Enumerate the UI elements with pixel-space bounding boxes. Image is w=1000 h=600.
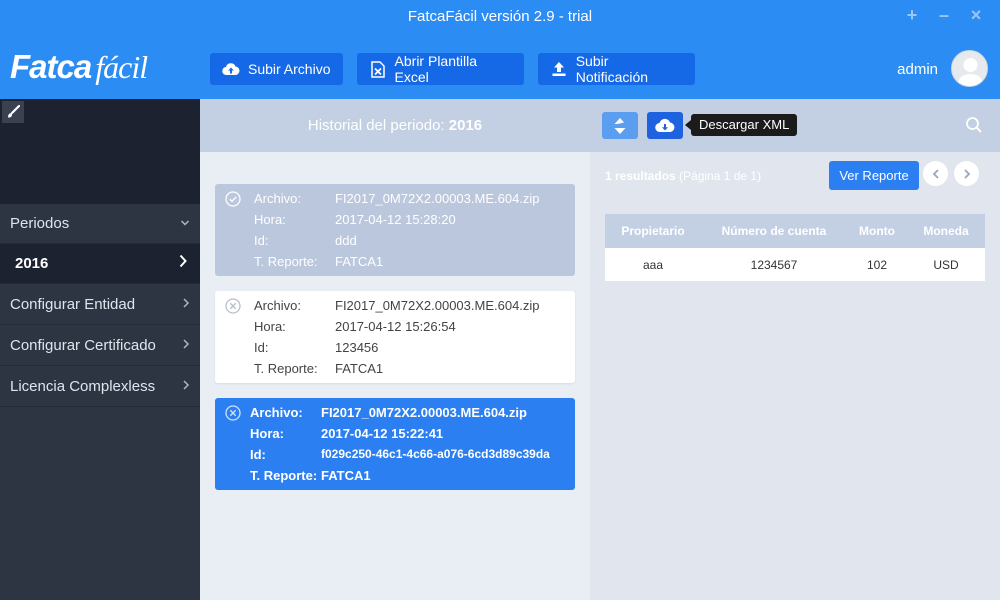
- table-row[interactable]: aaa 1234567 102 USD: [605, 248, 985, 281]
- upload-file-button[interactable]: Subir Archivo: [210, 53, 343, 85]
- column-header: Monto: [859, 224, 895, 238]
- user-silhouette-icon: [957, 58, 984, 86]
- chevron-down-icon: [180, 215, 190, 231]
- chevron-left-icon: [932, 168, 939, 179]
- history-year: 2016: [448, 117, 483, 134]
- x-circle-icon: [225, 405, 241, 421]
- sidebar-item-periodos[interactable]: Periodos: [0, 204, 200, 244]
- open-excel-template-button[interactable]: Abrir Plantilla Excel: [357, 53, 524, 85]
- time-label: Hora:: [254, 319, 286, 334]
- view-report-button[interactable]: Ver Reporte: [829, 161, 919, 190]
- excel-file-icon: [369, 60, 387, 78]
- results-panel: Descargar XML 1 resultados (Página 1 de …: [590, 99, 1000, 600]
- upload-file-label: Subir Archivo: [248, 61, 331, 77]
- chevron-right-icon: [182, 296, 190, 312]
- results-count: 1 resultados: [605, 169, 676, 183]
- cloud-download-icon: [655, 118, 675, 132]
- sidebar: Periodos 2016 Configurar Entidad Configu…: [0, 99, 200, 600]
- file-value: FI2017_0M72X2.00003.ME.604.zip: [321, 405, 527, 420]
- id-value: ddd: [335, 233, 357, 248]
- report-type-value: FATCA1: [335, 254, 384, 269]
- sidebar-item-label: Periodos: [10, 215, 70, 232]
- id-value: 123456: [335, 340, 379, 355]
- upload-notification-button[interactable]: Subir Notificación: [538, 53, 695, 85]
- report-type-label: T. Reporte:: [254, 361, 318, 376]
- column-header: Número de cuenta: [721, 224, 827, 238]
- download-xml-tooltip: Descargar XML: [684, 114, 798, 136]
- chevron-right-icon: [182, 337, 190, 353]
- minimize-icon[interactable]: –: [933, 5, 955, 26]
- window-title: FatcaFácil versión 2.9 - trial: [407, 8, 593, 25]
- search-icon[interactable]: [965, 116, 983, 137]
- sidebar-item-label: Licencia Complexless: [10, 378, 156, 395]
- time-value: 2017-04-12 15:28:20: [335, 212, 456, 227]
- next-page-button[interactable]: [954, 161, 979, 186]
- maximize-icon[interactable]: +: [901, 5, 923, 26]
- results-table: Propietario Número de cuenta Monto Moned…: [605, 214, 985, 281]
- upload-icon: [550, 60, 568, 78]
- id-label: Id:: [254, 340, 269, 355]
- results-summary: 1 resultados (Página 1 de 1): [605, 169, 761, 183]
- sort-button[interactable]: [602, 112, 638, 139]
- report-type-value: FATCA1: [335, 361, 384, 376]
- sidebar-item-configurar-certificado[interactable]: Configurar Certificado: [0, 326, 200, 366]
- open-excel-template-label: Abrir Plantilla Excel: [394, 53, 478, 85]
- table-cell: aaa: [642, 258, 664, 272]
- time-value: 2017-04-12 15:22:41: [321, 426, 444, 441]
- sidebar-item-label: Configurar Certificado: [10, 337, 156, 354]
- table-cell: 1234567: [750, 258, 798, 272]
- sidebar-item-licencia-complexless[interactable]: Licencia Complexless: [0, 367, 200, 407]
- report-type-value: FATCA1: [321, 468, 371, 483]
- cloud-upload-icon: [222, 60, 240, 78]
- sidebar-item-label: 2016: [15, 255, 49, 272]
- id-label: Id:: [250, 447, 266, 462]
- avatar[interactable]: [951, 50, 988, 87]
- chevron-right-icon: [963, 168, 970, 179]
- chevron-right-icon: [182, 378, 190, 394]
- history-header: Historial del periodo: 2016: [200, 99, 590, 152]
- history-card[interactable]: Archivo: FI2017_0M72X2.00003.ME.604.zip …: [215, 291, 575, 383]
- id-label: Id:: [254, 233, 269, 248]
- report-type-label: T. Reporte:: [254, 254, 318, 269]
- sort-icon: [613, 117, 627, 134]
- x-circle-icon: [225, 298, 241, 314]
- file-value: FI2017_0M72X2.00003.ME.604.zip: [335, 191, 540, 206]
- title-bar: FatcaFácil versión 2.9 - trial + – ×: [0, 0, 1000, 34]
- history-panel: Historial del periodo: 2016 Archivo: FI2…: [200, 99, 590, 600]
- download-xml-button[interactable]: [647, 112, 683, 139]
- table-cell: USD: [933, 258, 959, 272]
- time-value: 2017-04-12 15:26:54: [335, 319, 456, 334]
- app-logo: Fatca fácil: [10, 48, 148, 86]
- username-label[interactable]: admin: [897, 61, 938, 78]
- results-page: (Página 1 de 1): [679, 169, 762, 183]
- id-value: f029c250-46c1-4c66-a076-6cd3d89c39da: [321, 447, 550, 461]
- logo-light-text: fácil: [95, 49, 148, 85]
- history-card[interactable]: Archivo: FI2017_0M72X2.00003.ME.604.zip …: [215, 398, 575, 490]
- paint-brush-icon[interactable]: [2, 101, 24, 123]
- time-label: Hora:: [250, 426, 284, 441]
- check-circle-icon: [225, 191, 241, 207]
- chevron-right-icon: [178, 252, 188, 273]
- sidebar-item-label: Configurar Entidad: [10, 296, 136, 313]
- sidebar-item-configurar-entidad[interactable]: Configurar Entidad: [0, 285, 200, 325]
- logo-bold-text: Fatca: [10, 48, 92, 85]
- time-label: Hora:: [254, 212, 286, 227]
- report-type-label: T. Reporte:: [250, 468, 318, 483]
- prev-page-button[interactable]: [923, 161, 948, 186]
- file-label: Archivo:: [254, 298, 301, 313]
- file-label: Archivo:: [250, 405, 303, 420]
- history-title: Historial del periodo:: [307, 117, 449, 134]
- app-header: Fatca fácil Subir Archivo Abrir Plantilla…: [0, 34, 1000, 99]
- column-header: Moneda: [923, 224, 969, 238]
- file-value: FI2017_0M72X2.00003.ME.604.zip: [335, 298, 540, 313]
- sidebar-item-2016[interactable]: 2016: [0, 244, 200, 284]
- table-cell: 102: [866, 258, 888, 272]
- sidebar-top-area: [0, 99, 200, 204]
- table-header: Propietario Número de cuenta Monto Moned…: [605, 214, 985, 248]
- history-card[interactable]: Archivo: FI2017_0M72X2.00003.ME.604.zip …: [215, 184, 575, 276]
- column-header: Propietario: [621, 224, 685, 238]
- close-icon[interactable]: ×: [965, 5, 987, 26]
- file-label: Archivo:: [254, 191, 301, 206]
- upload-notification-label: Subir Notificación: [575, 53, 649, 85]
